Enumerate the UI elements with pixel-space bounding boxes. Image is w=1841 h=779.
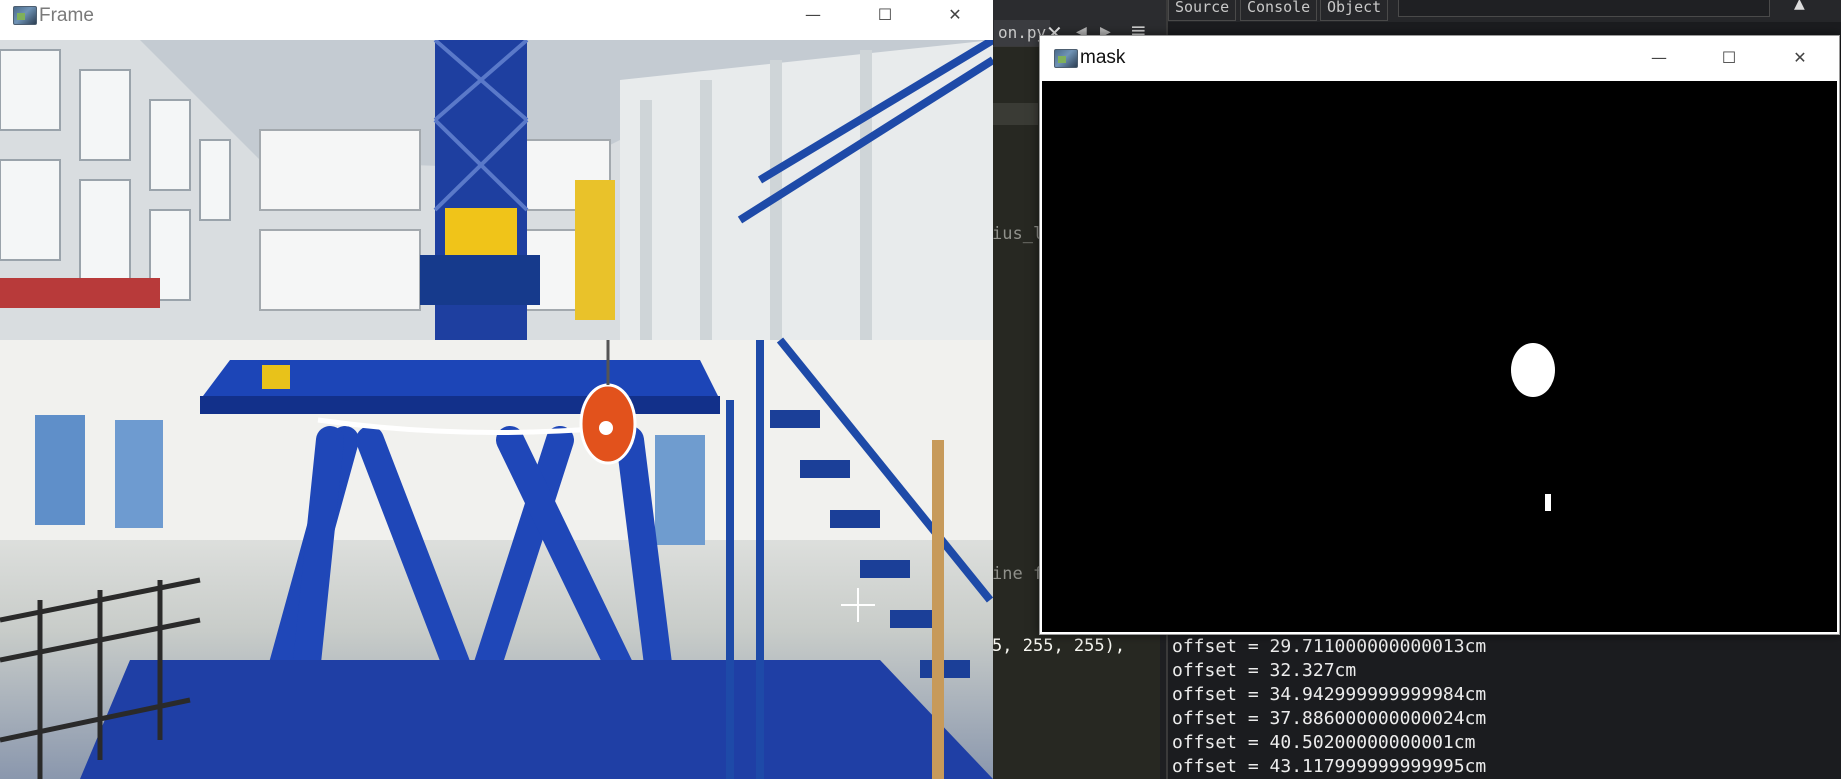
crosshair-cursor-icon [841,588,875,622]
mask-blob-noise [1545,494,1551,511]
maximize-icon[interactable]: ☐ [862,0,908,30]
banner [0,278,160,308]
console-output-line: offset = 37.886000000000024cm [1172,708,1487,729]
minimize-icon[interactable]: — [1636,43,1682,73]
app-window-icon [1054,49,1078,68]
app-window-icon [13,6,37,25]
console-output-line: offset = 34.942999999999984cm [1172,684,1487,705]
mask-titlebar[interactable]: mask — ☐ ✕ [1040,36,1839,81]
mask-window[interactable]: mask — ☐ ✕ [1039,35,1840,635]
base-plate [80,660,993,779]
mask-blob-ball [1511,343,1555,397]
frame-window-title: Frame [39,5,94,26]
mask-image [1042,81,1837,632]
mask-drawing [1511,343,1555,511]
mask-window-title: mask [1080,47,1126,68]
camera-frame-image [0,40,993,779]
code-fragment: 5, 255, 255), [992,636,1135,656]
frame-titlebar[interactable]: Frame — ☐ ✕ [0,0,993,40]
pin-icon[interactable]: ▲ [1794,0,1805,12]
close-icon[interactable]: ✕ [932,0,978,30]
frame-window[interactable]: Frame — ☐ ✕ [0,0,993,779]
tab-console[interactable]: Console [1240,0,1318,21]
console-output-line: offset = 29.711000000000013cm [1172,636,1487,657]
code-fragment: ius_l [992,224,1044,244]
wooden-post [932,440,944,779]
code-fragment: ine f [992,564,1044,584]
console-output-line: offset = 32.327cm [1172,660,1357,681]
motion-platform [200,360,720,414]
code-number: 255 [1022,636,1054,656]
object-search-input[interactable] [1398,0,1770,17]
code-number: 255 [1073,636,1105,656]
current-line-highlight [990,103,1038,125]
tab-source[interactable]: Source [1168,0,1237,21]
code-fragment-prefix: 5, [992,636,1023,656]
code-separator: , [1053,636,1074,656]
maximize-icon[interactable]: ☐ [1706,43,1752,73]
console-output-line: offset = 40.50200000000001cm [1172,732,1476,753]
lab-scene-drawing [0,40,993,779]
code-fragment-suffix: ), [1104,636,1136,656]
ball-centroid-marker [599,421,613,435]
console-output-line: offset = 43.117999999999995cm [1172,756,1487,777]
close-icon[interactable]: ✕ [1777,43,1823,73]
minimize-icon[interactable]: — [790,0,836,30]
tab-object[interactable]: Object [1320,0,1389,21]
